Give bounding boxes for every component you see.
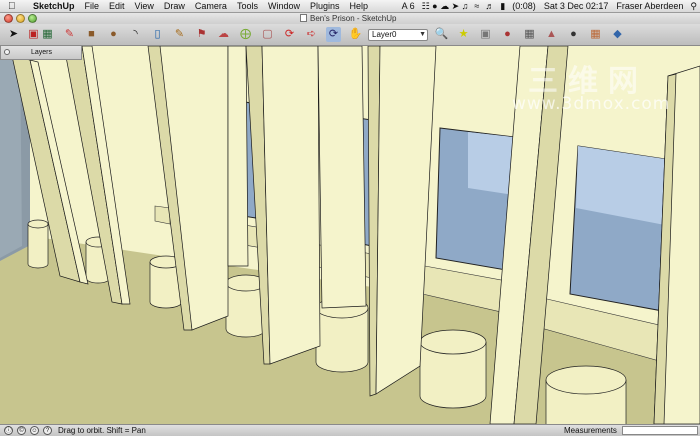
help-icon[interactable]: ? [43, 426, 52, 435]
menu-edit[interactable]: Edit [104, 0, 130, 13]
adobe-status[interactable]: A 6 [398, 0, 419, 13]
menu-tools[interactable]: Tools [232, 0, 263, 13]
select-arrow-icon[interactable]: ➤ [6, 27, 21, 42]
eraser-icon[interactable]: ✎ [62, 27, 77, 42]
share-model-icon[interactable]: ▦ [522, 27, 537, 42]
volume-icon[interactable]: ♬ [482, 0, 497, 13]
get-models-icon[interactable]: ● [500, 27, 515, 42]
layers-panel-title: Layers [31, 49, 53, 56]
battery-icon[interactable]: ▮ [497, 0, 508, 13]
measurements-label: Measurements [564, 426, 617, 435]
pan-hand-icon[interactable]: ✋ [348, 27, 363, 42]
apple-menu-icon[interactable]:  [8, 0, 20, 13]
offset-icon[interactable]: ✎ [172, 27, 187, 42]
folder-icon[interactable]: ▣ [478, 27, 493, 42]
tape-measure-icon[interactable]: ⚑ [194, 27, 209, 42]
user-icon[interactable]: ☺ [30, 426, 39, 435]
measurements-input[interactable] [622, 426, 698, 435]
watermark-url: www.3dmox.com [512, 94, 671, 114]
text-icon[interactable]: ▢ [260, 27, 275, 42]
sill-0 [154, 205, 171, 225]
photo-textures-icon[interactable]: ● [566, 27, 581, 42]
follow-me-icon[interactable]: ➪ [304, 27, 319, 42]
window-title: Ben's Prison - SketchUp [300, 13, 396, 24]
stool-6-top [419, 329, 487, 355]
arc-icon[interactable]: ◝ [128, 27, 143, 42]
menu-view[interactable]: View [130, 0, 159, 13]
menu-app[interactable]: SketchUp [28, 0, 80, 13]
make-component-icon[interactable]: ▣ [26, 27, 41, 42]
section-plane-icon[interactable]: ★ [456, 27, 471, 42]
document-icon [300, 14, 307, 22]
layers-panel[interactable]: Layers [0, 46, 82, 60]
minimize-window-button[interactable] [16, 14, 25, 23]
status-hint: Drag to orbit. Shift = Pan [58, 426, 146, 435]
stool-7-top [545, 365, 627, 395]
partition-5-front [317, 46, 367, 309]
menu-plugins[interactable]: Plugins [305, 0, 345, 13]
layer-select[interactable]: Layer0 ▼ [368, 29, 428, 41]
user-name[interactable]: Fraser Aberdeen [612, 0, 687, 13]
menu-camera[interactable]: Camera [190, 0, 232, 13]
partition-4-face [261, 46, 321, 365]
partition-4-front [227, 46, 249, 267]
extension-warehouse-icon[interactable]: ▦ [588, 27, 603, 42]
menu-help[interactable]: Help [345, 0, 374, 13]
rotate-icon[interactable]: ⟳ [282, 27, 297, 42]
stool-1 [27, 224, 49, 269]
orbit-icon[interactable]: ⟳ [326, 27, 341, 42]
status-bar: ⓘ © ☺ ? Drag to orbit. Shift = Pan Measu… [0, 424, 700, 436]
spotlight-icon[interactable]: ⚲ [687, 0, 700, 13]
chevron-down-icon: ▼ [419, 31, 426, 38]
styles-icon[interactable]: ◆ [610, 27, 625, 42]
wifi-icon[interactable]: ≈ [471, 0, 482, 13]
menu-draw[interactable]: Draw [159, 0, 190, 13]
credits-icon[interactable]: © [17, 426, 26, 435]
paint-bucket-icon[interactable]: ☁ [216, 27, 231, 42]
close-window-button[interactable] [4, 14, 13, 23]
window-titlebar: Ben's Prison - SketchUp [0, 13, 700, 24]
menu-extras-icons[interactable]: ☷ ● ☁ ➤ ♫ [419, 0, 472, 13]
rectangle-icon[interactable]: ■ [84, 27, 99, 42]
push-pull-icon[interactable]: ▯ [150, 27, 165, 42]
menu-bar:  SketchUp File Edit View Draw Camera To… [0, 0, 700, 13]
components-icon[interactable]: ▦ [40, 27, 55, 42]
clock[interactable]: Sat 3 Dec 02:17 [540, 0, 613, 13]
zoom-window-button[interactable] [28, 14, 37, 23]
move-icon[interactable]: ⨁ [238, 27, 253, 42]
layers-panel-close-icon[interactable] [4, 49, 10, 55]
geo-location-icon[interactable]: ⓘ [4, 426, 13, 435]
menu-file[interactable]: File [80, 0, 105, 13]
circle-icon[interactable]: ● [106, 27, 121, 42]
share-component-icon[interactable]: ▲ [544, 27, 559, 42]
menu-window[interactable]: Window [263, 0, 305, 13]
battery-time: (0:08) [512, 0, 536, 11]
model-viewport[interactable]: 三维网 www.3dmox.com [0, 46, 700, 424]
main-toolbar: ➤ ▣ ▦ ✎ ■ ● ◝ ▯ ✎ ⚑ ☁ ⨁ ▢ ⟳ ➪ ⟳ ✋ Layer0… [0, 24, 700, 46]
stool-1-top [27, 219, 49, 229]
zoom-icon[interactable]: 🔍 [434, 27, 449, 42]
